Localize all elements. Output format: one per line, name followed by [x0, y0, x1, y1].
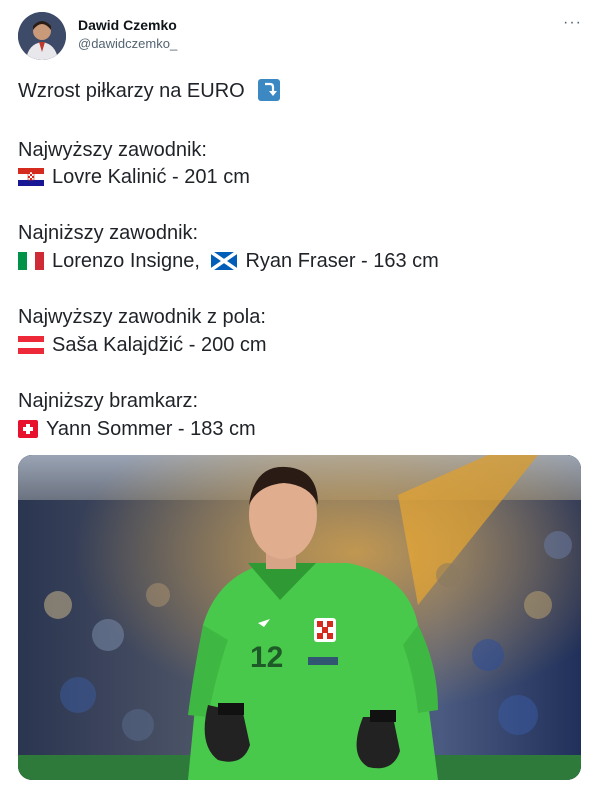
tweet-title-line: Wzrost piłkarzy na EURO: [18, 79, 281, 103]
author-display-name[interactable]: Dawid Czemko: [78, 17, 177, 33]
tweet-photo[interactable]: 12: [18, 455, 581, 780]
shortest-gk-value: Yann Sommer - 183 cm: [46, 418, 256, 440]
austria-flag-icon: [18, 336, 44, 354]
author-handle[interactable]: @dawidczemko_: [78, 36, 177, 51]
avatar[interactable]: [18, 12, 66, 60]
tallest-outfield-line: Saša Kalajdžić - 200 cm: [18, 334, 267, 357]
author-block: Dawid Czemko @dawidczemko_: [78, 17, 177, 51]
tweet-title: Wzrost piłkarzy na EURO: [18, 80, 245, 102]
arrow-down-icon: [258, 79, 281, 101]
shortest-heading: Najniższy zawodnik:: [18, 222, 199, 244]
shortest-line: Lorenzo Insigne, Ryan Fraser - 163 cm: [18, 250, 439, 273]
tallest-heading: Najwyższy zawodnik:: [18, 139, 207, 161]
tallest-outfield-value: Saša Kalajdžić - 200 cm: [52, 334, 267, 356]
shortest-gk-heading: Najniższy bramkarz:: [18, 390, 199, 412]
shortest-player-1: Lorenzo Insigne,: [52, 250, 200, 272]
tallest-value: Lovre Kalinić - 201 cm: [52, 166, 250, 188]
switzerland-flag-icon: [18, 420, 38, 438]
tallest-line: Lovre Kalinić - 201 cm: [18, 166, 250, 189]
more-options-icon[interactable]: ···: [563, 14, 582, 32]
shirt-number: 12: [250, 641, 283, 674]
italy-flag-icon: [18, 252, 44, 270]
shortest-gk-line: Yann Sommer - 183 cm: [18, 418, 256, 441]
scotland-flag-icon: [211, 252, 238, 270]
tallest-outfield-heading: Najwyższy zawodnik z pola:: [18, 306, 266, 328]
croatia-flag-icon: [18, 168, 44, 186]
tweet-header: Dawid Czemko @dawidczemko_ ···: [18, 12, 582, 60]
shortest-player-2: Ryan Fraser - 163 cm: [245, 250, 439, 272]
